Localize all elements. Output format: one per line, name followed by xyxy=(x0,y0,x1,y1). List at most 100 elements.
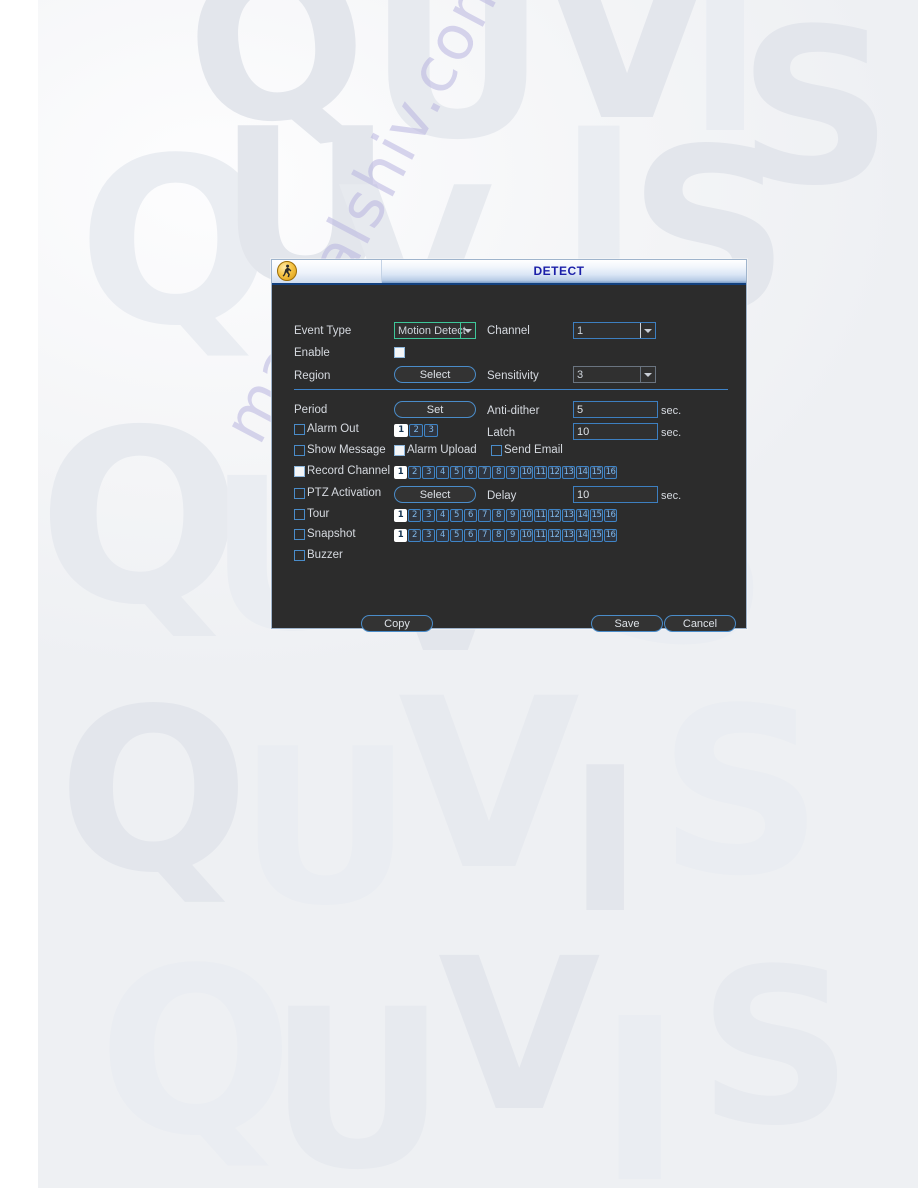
checkbox-box[interactable] xyxy=(294,423,305,435)
channel-chip-16[interactable]: 16 xyxy=(604,509,617,522)
channel-chip-1[interactable]: 1 xyxy=(394,529,407,542)
channel-chip-9[interactable]: 9 xyxy=(506,529,519,542)
channel-chip-15[interactable]: 15 xyxy=(590,529,603,542)
channel-chip-14[interactable]: 14 xyxy=(576,509,589,522)
channel-chip-14[interactable]: 14 xyxy=(576,466,589,479)
delay-unit-row: sec. xyxy=(661,487,681,505)
channel-chip-10[interactable]: 10 xyxy=(520,529,533,542)
channel-chip-8[interactable]: 8 xyxy=(492,466,505,479)
alarm-out-channel-chips[interactable]: 123 xyxy=(394,424,438,437)
latch-input[interactable]: 10 xyxy=(573,423,658,440)
channel-chip-4[interactable]: 4 xyxy=(436,529,449,542)
checkbox-box[interactable] xyxy=(294,444,305,456)
channel-chip-5[interactable]: 5 xyxy=(450,466,463,479)
anti-dither-input[interactable]: 5 xyxy=(573,401,658,418)
channel-chip-2[interactable]: 2 xyxy=(408,529,421,542)
channel-chip-3[interactable]: 3 xyxy=(422,529,435,542)
copy-button[interactable]: Copy xyxy=(361,615,433,632)
buzzer-checkbox[interactable]: Buzzer xyxy=(294,549,343,561)
channel-chip-13[interactable]: 13 xyxy=(562,529,575,542)
channel-chip-2[interactable]: 2 xyxy=(408,509,421,522)
channel-chip-13[interactable]: 13 xyxy=(562,509,575,522)
snapshot-checkbox[interactable]: Snapshot xyxy=(294,528,356,540)
sensitivity-select[interactable]: 3 xyxy=(573,366,656,383)
chevron-down-icon[interactable] xyxy=(640,367,655,382)
record-channel-chips[interactable]: 1 2 3 4 5 6 7 8 9 10 11 12 13 14 15 16 xyxy=(394,466,617,479)
checkbox-box[interactable] xyxy=(294,487,305,499)
snapshot-label: Snapshot xyxy=(307,528,356,540)
channel-chip-15[interactable]: 15 xyxy=(590,466,603,479)
event-type-select[interactable]: Motion Detect xyxy=(394,322,476,339)
checkbox-box[interactable] xyxy=(294,528,305,540)
channel-chip-6[interactable]: 6 xyxy=(464,466,477,479)
channel-chip-5[interactable]: 5 xyxy=(450,529,463,542)
channel-chip-6[interactable]: 6 xyxy=(464,509,477,522)
ptz-activation-checkbox[interactable]: PTZ Activation xyxy=(294,487,381,499)
channel-chip-6[interactable]: 6 xyxy=(464,529,477,542)
save-button[interactable]: Save xyxy=(591,615,663,632)
channel-chip-16[interactable]: 16 xyxy=(604,529,617,542)
delay-input[interactable]: 10 xyxy=(573,486,658,503)
channel-chip-9[interactable]: 9 xyxy=(506,509,519,522)
snapshot-channel-chips[interactable]: 1 2 3 4 5 6 7 8 9 10 11 12 13 14 15 16 xyxy=(394,529,617,542)
enable-checkbox[interactable] xyxy=(394,344,405,362)
cancel-button[interactable]: Cancel xyxy=(664,615,736,632)
show-message-checkbox[interactable]: Show Message xyxy=(294,444,386,456)
region-select-button[interactable]: Select xyxy=(394,366,476,383)
channel-chip-15[interactable]: 15 xyxy=(590,509,603,522)
channel-chip-1[interactable]: 1 xyxy=(394,424,408,437)
channel-chip-11[interactable]: 11 xyxy=(534,466,547,479)
channel-select[interactable]: 1 xyxy=(573,322,656,339)
period-set-button[interactable]: Set xyxy=(394,401,476,418)
channel-chip-11[interactable]: 11 xyxy=(534,509,547,522)
channel-chip-12[interactable]: 12 xyxy=(548,466,561,479)
channel-chip-10[interactable]: 10 xyxy=(520,466,533,479)
region-label: Region xyxy=(294,370,331,382)
channel-chip-12[interactable]: 12 xyxy=(548,509,561,522)
channel-chip-2[interactable]: 2 xyxy=(408,466,421,479)
channel-chip-1[interactable]: 1 xyxy=(394,466,407,479)
channel-chip-1[interactable]: 1 xyxy=(394,509,407,522)
anti-dither-unit-row: sec. xyxy=(661,402,681,420)
alarm-out-checkbox[interactable]: Alarm Out xyxy=(294,423,359,435)
checkbox-box[interactable] xyxy=(394,347,405,359)
checkbox-box[interactable] xyxy=(294,549,305,561)
ptz-select-button[interactable]: Select xyxy=(394,486,476,503)
checkbox-box[interactable] xyxy=(491,444,502,456)
checkbox-box[interactable] xyxy=(294,465,305,477)
tour-checkbox[interactable]: Tour xyxy=(294,508,329,520)
channel-chip-12[interactable]: 12 xyxy=(548,529,561,542)
channel-chip-7[interactable]: 7 xyxy=(478,509,491,522)
send-email-checkbox[interactable]: Send Email xyxy=(491,444,563,456)
enable-label-row: Enable xyxy=(294,344,330,362)
record-channel-checkbox[interactable]: Record Channel xyxy=(294,465,390,477)
channel-chip-3[interactable]: 3 xyxy=(422,466,435,479)
channel-chip-3[interactable]: 3 xyxy=(422,509,435,522)
channel-chip-10[interactable]: 10 xyxy=(520,509,533,522)
channel-chip-9[interactable]: 9 xyxy=(506,466,519,479)
latch-label: Latch xyxy=(487,427,516,439)
alarm-out-label: Alarm Out xyxy=(307,423,359,435)
chevron-down-icon[interactable] xyxy=(460,323,475,338)
ptz-activation-label: PTZ Activation xyxy=(307,487,382,499)
event-type-value: Motion Detect xyxy=(398,324,466,337)
channel-chip-16[interactable]: 16 xyxy=(604,466,617,479)
channel-chip-4[interactable]: 4 xyxy=(436,466,449,479)
channel-chip-7[interactable]: 7 xyxy=(478,466,491,479)
channel-chip-13[interactable]: 13 xyxy=(562,466,575,479)
tour-channel-chips[interactable]: 1 2 3 4 5 6 7 8 9 10 11 12 13 14 15 16 xyxy=(394,509,617,522)
channel-chip-14[interactable]: 14 xyxy=(576,529,589,542)
channel-chip-4[interactable]: 4 xyxy=(436,509,449,522)
chevron-down-icon[interactable] xyxy=(640,323,655,338)
checkbox-box[interactable] xyxy=(394,444,405,456)
channel-chip-7[interactable]: 7 xyxy=(478,529,491,542)
channel-chip-2[interactable]: 2 xyxy=(409,424,423,437)
alarm-upload-checkbox[interactable]: Alarm Upload xyxy=(394,444,477,456)
channel-chip-11[interactable]: 11 xyxy=(534,529,547,542)
channel-chip-8[interactable]: 8 xyxy=(492,529,505,542)
channel-chip-3[interactable]: 3 xyxy=(424,424,438,437)
channel-chip-8[interactable]: 8 xyxy=(492,509,505,522)
section-divider xyxy=(294,389,728,390)
checkbox-box[interactable] xyxy=(294,508,305,520)
channel-chip-5[interactable]: 5 xyxy=(450,509,463,522)
